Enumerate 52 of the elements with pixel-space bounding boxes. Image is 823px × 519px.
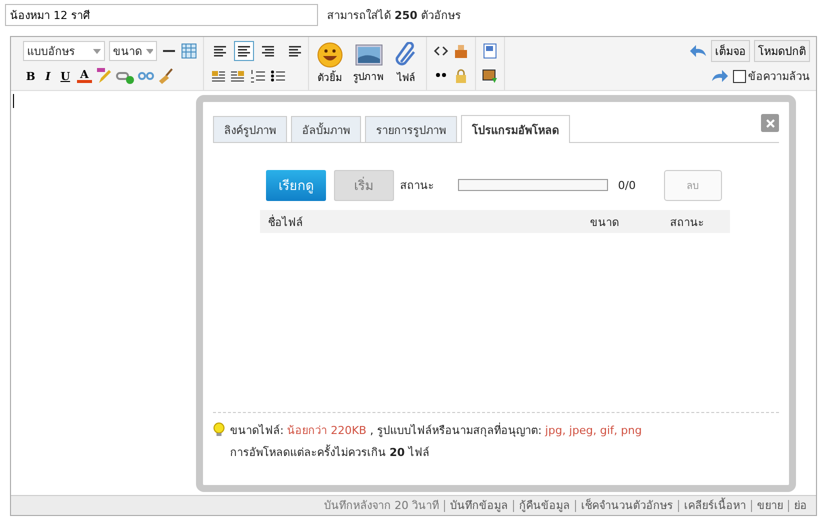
format-button[interactable]: B	[23, 70, 38, 82]
broom-icon[interactable]	[158, 68, 174, 84]
status-label: สถานะ	[400, 178, 434, 194]
smiley-icon	[317, 42, 343, 68]
autosave-text: บันทึกหลังจาก 20 วินาที	[323, 500, 440, 512]
checkbox-label: ข้อความล้วน	[748, 69, 810, 85]
progress-count: 0/0	[618, 178, 636, 192]
image-left-icon[interactable]	[210, 68, 226, 84]
numbered-list-icon[interactable]	[250, 68, 266, 84]
bullet-list-icon[interactable]	[270, 68, 286, 84]
dialog-tab[interactable]: ลิงค์รูปภาพ	[213, 116, 287, 142]
font-select[interactable]: แบบอักษร	[23, 41, 105, 61]
format-button[interactable]: U	[57, 70, 74, 82]
image-right-icon[interactable]	[230, 68, 246, 84]
close-button[interactable]	[761, 114, 779, 132]
word-document-icon[interactable]	[482, 43, 498, 59]
format-button[interactable]: A	[77, 69, 92, 83]
fullscreen-button[interactable]: เต็มจอ	[711, 40, 750, 62]
paperclip-icon	[394, 42, 418, 68]
text-cursor	[13, 94, 14, 108]
dialog-tab[interactable]: รายการรูปภาพ	[365, 116, 457, 142]
spellcheck-pencil-icon[interactable]	[96, 68, 112, 84]
normal-mode-button[interactable]: โหมดปกติ	[754, 40, 810, 62]
dialog-tab[interactable]: โปรแกรมอัพโหลด	[461, 115, 570, 143]
status-link[interactable]: กู้คืนข้อมูล	[513, 500, 575, 512]
character-limit-text: สามารถใส่ได้ 250 ตัวอักษร	[327, 8, 461, 24]
image-import-icon[interactable]	[482, 68, 498, 84]
upload-limit-text: การอัพโหลดแต่ละครั้งไม่ควรเกิน 20 ไฟล์	[230, 444, 430, 461]
title-field[interactable]: น้องหมา 12 ราศี	[5, 4, 318, 26]
lightbulb-icon	[213, 422, 225, 437]
insert-button[interactable]: รูปภาพ	[351, 43, 386, 84]
align-button[interactable]	[234, 41, 254, 61]
status-link[interactable]: ขยาย	[751, 500, 788, 512]
status-link[interactable]: ย่อ	[788, 500, 812, 512]
column-header: ขนาด	[590, 214, 620, 230]
caret-icon	[93, 48, 101, 54]
file-rules-text: ขนาดไฟล์: น้อยกว่า 220KB , รูปแบบไฟล์หรือนามสกุลที่อนุญาต: jpg, jpeg, gif, png	[230, 422, 642, 439]
plain-text-checkbox[interactable]	[733, 70, 746, 82]
status-link[interactable]: เช็คจำนวนตัวอักษร	[575, 500, 678, 512]
undo-arrow-icon[interactable]	[689, 44, 707, 58]
insert-button[interactable]: ไฟล์	[392, 42, 420, 85]
dialog-tab[interactable]: อัลบั้มภาพ	[291, 116, 361, 142]
status-link[interactable]: เคลียร์เนื้อหา	[678, 500, 751, 512]
column-header: ชื่อไฟล์	[268, 214, 304, 230]
image-icon	[354, 43, 382, 67]
close-icon	[766, 118, 774, 128]
column-header: สถานะ	[670, 214, 705, 230]
status-link[interactable]: บันทึกข้อมูล	[444, 500, 513, 512]
size-select[interactable]: ขนาด	[109, 41, 157, 61]
insert-button[interactable]: ตัวยิ้ม	[315, 42, 345, 85]
format-button[interactable]: I	[42, 70, 54, 82]
caret-icon	[146, 48, 153, 54]
